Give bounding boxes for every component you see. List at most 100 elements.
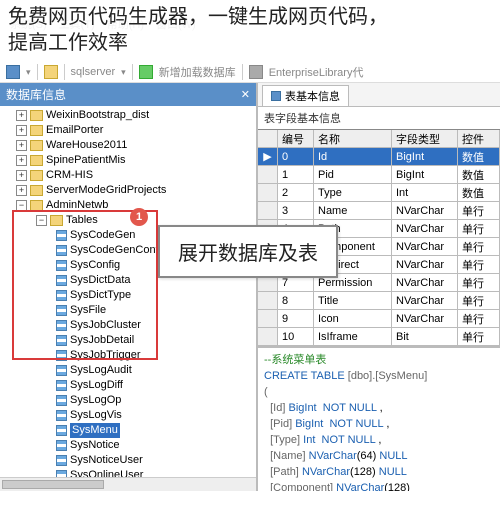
table-icon	[56, 455, 67, 466]
tree-label[interactable]: SysJobDetail	[70, 333, 134, 348]
cell-type[interactable]: NVarChar	[392, 256, 458, 273]
cell-ctrl[interactable]: 单行	[458, 256, 500, 273]
expand-icon[interactable]: +	[16, 140, 27, 151]
cell-name[interactable]: Pid	[314, 166, 392, 183]
tree-label[interactable]: SysCodeGen	[70, 228, 135, 243]
cell-ctrl[interactable]: 单行	[458, 202, 500, 219]
tree-view[interactable]: 1 +WeixinBootstrap_dist+EmailPorter+Ware…	[0, 106, 256, 477]
db-folder-icon	[30, 200, 43, 211]
toolbar: ▾ sqlserver ▾ 新增加载数据库 EnterpriseLibrary代	[0, 62, 500, 83]
cell-num[interactable]: 2	[278, 184, 314, 201]
divider	[64, 64, 65, 80]
cell-num[interactable]: 8	[278, 292, 314, 309]
add-db-icon[interactable]	[139, 65, 153, 79]
cell-name[interactable]: Id	[314, 148, 392, 165]
cell-name[interactable]: Title	[314, 292, 392, 309]
close-icon[interactable]: ✕	[241, 88, 250, 101]
tree-label[interactable]: SysConfig	[70, 258, 120, 273]
tree-label[interactable]: SysNoticeUser	[70, 453, 143, 468]
cell-type[interactable]: NVarChar	[392, 202, 458, 219]
tab-table-info[interactable]: 表基本信息	[262, 85, 349, 106]
cell-name[interactable]: IsIframe	[314, 328, 392, 345]
tree-label[interactable]: SysJobCluster	[70, 318, 141, 333]
tree-label[interactable]: AdminNetwb	[46, 198, 108, 213]
cell-ctrl[interactable]: 单行	[458, 328, 500, 345]
tree-label[interactable]: Tables	[66, 213, 98, 228]
db-type-select[interactable]: sqlserver	[71, 66, 116, 78]
tree-label[interactable]: SysLogVis	[70, 408, 122, 423]
expand-icon[interactable]: −	[16, 200, 27, 211]
tree-label[interactable]: SysCodeGenConfig	[70, 243, 167, 258]
cell-num[interactable]: 3	[278, 202, 314, 219]
expand-icon[interactable]: +	[16, 155, 27, 166]
cell-ctrl[interactable]: 单行	[458, 274, 500, 291]
row-marker: ▶	[258, 148, 278, 165]
tree-label[interactable]: SysJobTrigger	[70, 348, 141, 363]
save-icon[interactable]	[6, 65, 20, 79]
dropdown-icon[interactable]: ▾	[26, 67, 31, 78]
tree-label[interactable]: SysLogAudit	[70, 363, 132, 378]
tree-label[interactable]: SysLogOp	[70, 393, 121, 408]
db-icon[interactable]	[44, 65, 58, 79]
tree-label[interactable]: CRM-HIS	[46, 168, 93, 183]
tree-label[interactable]: EmailPorter	[46, 123, 103, 138]
cell-type[interactable]: NVarChar	[392, 238, 458, 255]
tree-label[interactable]: SysMenu	[70, 423, 120, 438]
lib-icon[interactable]	[249, 65, 263, 79]
expand-icon[interactable]: +	[16, 170, 27, 181]
grid-header[interactable]: 编号	[278, 130, 314, 147]
grid-header[interactable]: 字段类型	[392, 130, 458, 147]
cell-type[interactable]: NVarChar	[392, 220, 458, 237]
cell-type[interactable]: NVarChar	[392, 274, 458, 291]
tree-label[interactable]: SysLogDiff	[70, 378, 123, 393]
expand-icon[interactable]: −	[36, 215, 47, 226]
cell-ctrl[interactable]: 单行	[458, 292, 500, 309]
expand-icon[interactable]: +	[16, 125, 27, 136]
scrollbar-thumb[interactable]	[2, 480, 104, 489]
tree-label[interactable]: WeixinBootstrap_dist	[46, 108, 149, 123]
cell-ctrl[interactable]: 数值	[458, 184, 500, 201]
cell-num[interactable]: 10	[278, 328, 314, 345]
cell-name[interactable]: Icon	[314, 310, 392, 327]
expand-icon[interactable]: +	[16, 110, 27, 121]
db-folder-icon	[30, 140, 43, 151]
db-folder-icon	[30, 110, 43, 121]
tree-label[interactable]: SysNotice	[70, 438, 120, 453]
tree-label[interactable]: ServerModeGridProjects	[46, 183, 166, 198]
cell-num[interactable]: 0	[278, 148, 314, 165]
table-icon	[56, 305, 67, 316]
cell-num[interactable]: 9	[278, 310, 314, 327]
cell-type[interactable]: NVarChar	[392, 292, 458, 309]
grid-header[interactable]: 控件	[458, 130, 500, 147]
cell-ctrl[interactable]: 数值	[458, 148, 500, 165]
cell-num[interactable]: 1	[278, 166, 314, 183]
tree-label[interactable]: SysFile	[70, 303, 106, 318]
add-db-button[interactable]: 新增加载数据库	[159, 64, 236, 80]
dropdown-icon[interactable]: ▾	[121, 67, 126, 78]
cell-ctrl[interactable]: 单行	[458, 238, 500, 255]
grid-header[interactable]: 名称	[314, 130, 392, 147]
cell-ctrl[interactable]: 单行	[458, 310, 500, 327]
tree-label[interactable]: SysDictData	[70, 273, 131, 288]
h-scrollbar[interactable]	[0, 477, 256, 491]
row-marker	[258, 292, 278, 309]
banner-line2: 提高工作效率	[8, 30, 492, 56]
cell-type[interactable]: Bit	[392, 328, 458, 345]
tree-label[interactable]: SpinePatientMis	[46, 153, 126, 168]
lib-label[interactable]: EnterpriseLibrary代	[269, 64, 364, 80]
tree-label[interactable]: WareHouse2011	[46, 138, 127, 153]
expand-icon[interactable]: +	[16, 185, 27, 196]
cell-type[interactable]: BigInt	[392, 148, 458, 165]
cell-name[interactable]: Name	[314, 202, 392, 219]
cell-ctrl[interactable]: 数值	[458, 166, 500, 183]
tree-label[interactable]: SysDictType	[70, 288, 131, 303]
cell-type[interactable]: NVarChar	[392, 310, 458, 327]
cell-type[interactable]: BigInt	[392, 166, 458, 183]
cell-ctrl[interactable]: 单行	[458, 220, 500, 237]
tab-bar: 表基本信息	[258, 83, 500, 107]
cell-name[interactable]: Type	[314, 184, 392, 201]
tree-label[interactable]: SysOnlineUser	[70, 468, 143, 477]
tab-label: 表基本信息	[285, 88, 340, 104]
table-icon	[56, 440, 67, 451]
cell-type[interactable]: Int	[392, 184, 458, 201]
